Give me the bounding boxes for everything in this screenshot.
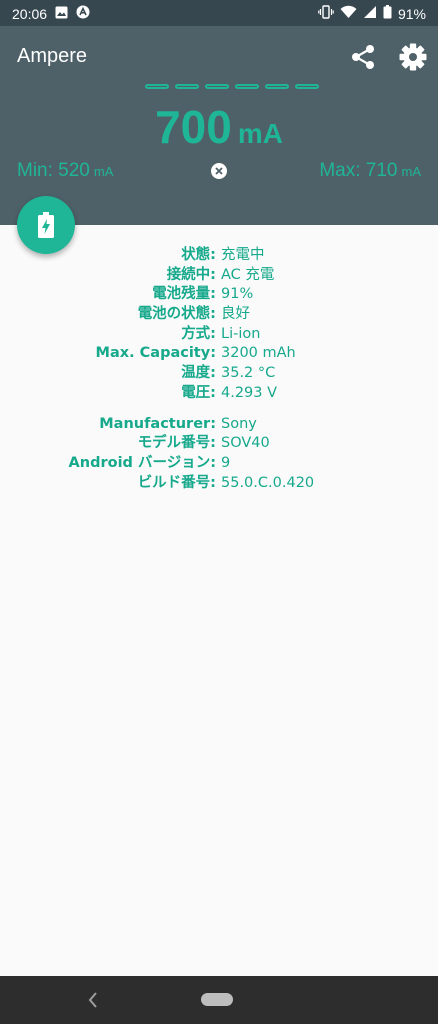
info-key: 状態: <box>181 247 216 263</box>
info-value: SOV40 <box>221 435 270 452</box>
info-key: Android バージョン: <box>68 454 216 471</box>
app-title: Ampere <box>17 45 88 67</box>
battery-info-list: 状態: 充電中 接続中: AC 充電 電池残量: 91% 電池の状態: 良好 方式: Li… <box>0 246 438 493</box>
info-key: ビルド番号: <box>137 474 216 491</box>
info-row: 接続中: AC 充電 <box>0 266 438 286</box>
info-value: 充電中 <box>221 247 265 263</box>
info-row: 電池の状態: 良好 <box>0 305 438 325</box>
gear-icon <box>399 43 427 71</box>
info-value: 55.0.C.0.420 <box>221 474 315 491</box>
info-key: 電池の状態: <box>137 306 216 323</box>
signal-icon <box>363 5 377 22</box>
current-unit: mA <box>237 118 283 149</box>
info-value: AC 充電 <box>221 266 275 283</box>
wifi-icon <box>340 5 357 22</box>
status-bar: 20:06 91% <box>0 0 438 26</box>
info-row: 方式: Li-ion <box>0 325 438 345</box>
vibrate-icon <box>318 5 334 22</box>
info-row: 電圧: 4.293 V <box>0 384 438 404</box>
info-row: Max. Capacity: 3200 mAh <box>0 344 438 364</box>
min-reading: Min: 520 mA <box>17 160 113 182</box>
max-label: Max: 710 <box>319 160 398 181</box>
info-key: 温度: <box>181 365 216 382</box>
info-value: Li-ion <box>221 325 261 342</box>
close-circle-icon <box>215 167 223 175</box>
level-segment <box>265 84 289 89</box>
info-row: ビルド番号: 55.0.C.0.420 <box>0 474 438 494</box>
home-button[interactable] <box>201 993 233 1006</box>
info-value: 4.293 V <box>221 384 278 401</box>
settings-button[interactable] <box>395 39 431 75</box>
header-panel: Ampere 700 mA Min: 520 mA Max: 710 mA <box>0 26 438 225</box>
info-value: 3200 mAh <box>221 345 296 362</box>
reset-minmax-button[interactable] <box>211 163 227 179</box>
current-reading: 700 mA <box>0 100 438 154</box>
info-key: 電池残量: <box>152 286 216 303</box>
share-icon <box>352 45 374 69</box>
share-button[interactable] <box>346 40 380 74</box>
battery-charging-icon <box>38 212 54 238</box>
info-key: Manufacturer: <box>99 415 216 432</box>
info-value: 良好 <box>221 306 250 323</box>
back-chevron-icon <box>88 992 97 1008</box>
info-value: Sony <box>221 415 257 432</box>
info-key: Max. Capacity: <box>95 345 216 362</box>
info-row: Android バージョン: 9 <box>0 454 438 474</box>
current-value: 700 <box>155 101 232 153</box>
level-segment <box>205 84 229 89</box>
back-button[interactable] <box>82 989 104 1011</box>
max-reading: Max: 710 mA <box>319 160 421 182</box>
status-bar-left: 20:06 <box>12 5 90 22</box>
info-key: 接続中: <box>166 266 216 283</box>
battery-icon <box>383 5 392 22</box>
battery-percent: 91% <box>397 5 426 22</box>
info-key: モデル番号: <box>137 435 216 452</box>
info-row: 温度: 35.2 °C <box>0 364 438 384</box>
min-label: Min: 520 <box>17 160 90 181</box>
min-unit: mA <box>93 164 114 179</box>
level-segment <box>175 84 199 89</box>
level-segment <box>295 84 319 89</box>
info-row: モデル番号: SOV40 <box>0 434 438 454</box>
info-value: 9 <box>221 454 231 471</box>
max-unit: mA <box>401 164 422 179</box>
gallery-notification-icon <box>55 6 68 22</box>
notification-circle-icon <box>76 5 90 22</box>
info-key: 方式: <box>181 325 216 342</box>
info-value: 35.2 °C <box>221 365 276 382</box>
level-segment <box>145 84 169 89</box>
info-value: 91% <box>221 286 254 303</box>
navigation-bar <box>0 976 438 1024</box>
info-row: 電池残量: 91% <box>0 285 438 305</box>
info-row: Manufacturer: Sony <box>0 415 438 435</box>
info-key: 電圧: <box>181 384 216 401</box>
info-row: 状態: 充電中 <box>0 246 438 266</box>
level-indicator <box>145 84 319 89</box>
status-time: 20:06 <box>12 5 48 22</box>
status-bar-right: 91% <box>318 5 426 22</box>
level-segment <box>235 84 259 89</box>
